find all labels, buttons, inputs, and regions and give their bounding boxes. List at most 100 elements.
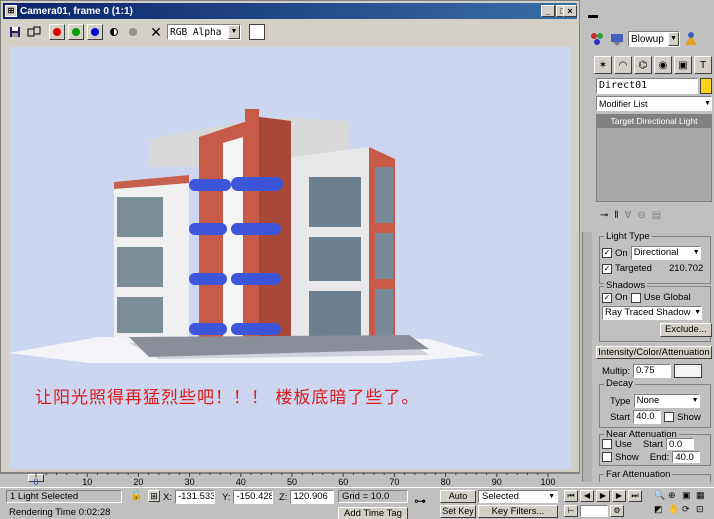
- app-icon: ⊞: [5, 5, 17, 17]
- near-show-checkbox[interactable]: [602, 452, 612, 462]
- chevron-down-icon: ▼: [704, 100, 711, 107]
- go-to-start-icon[interactable]: ⏮: [564, 490, 578, 502]
- light-type-select[interactable]: Directional ▼: [630, 246, 701, 260]
- previous-frame-icon[interactable]: ◀: [580, 490, 594, 502]
- minimize-button[interactable]: _: [541, 5, 555, 17]
- chevron-down-icon: ▼: [548, 493, 555, 500]
- render-type-select[interactable]: Blowup ▼: [628, 31, 680, 47]
- decay-type-select[interactable]: None ▼: [633, 394, 700, 408]
- quick-render-icon[interactable]: [682, 30, 700, 48]
- use-global-checkbox[interactable]: [630, 292, 641, 303]
- pin-stack-icon[interactable]: ⊸: [600, 210, 608, 221]
- ruler-tick-label: 40: [236, 477, 246, 487]
- zoom-extents-icon[interactable]: ▣: [682, 490, 694, 502]
- shadow-type-select[interactable]: Ray Traced Shadow ▼: [602, 306, 702, 320]
- shadows-on-checkbox[interactable]: ✓: [602, 292, 612, 303]
- clone-icon[interactable]: [26, 24, 42, 40]
- display-tab-icon[interactable]: ▣: [674, 56, 692, 74]
- channel-select[interactable]: RGB Alpha ▼: [167, 24, 241, 40]
- auto-key-button[interactable]: Auto Key: [440, 490, 476, 503]
- next-frame-icon[interactable]: ▶: [612, 490, 626, 502]
- time-config-icon[interactable]: ⚙: [610, 505, 624, 517]
- motion-tab-icon[interactable]: ◉: [654, 56, 672, 74]
- key-icon[interactable]: ⊶: [414, 494, 436, 508]
- light-on-checkbox[interactable]: ✓: [602, 248, 612, 258]
- zoom-icon[interactable]: 🔍: [654, 490, 666, 502]
- stack-item[interactable]: Target Directional Light: [597, 115, 711, 128]
- pan-icon[interactable]: ✋: [668, 504, 680, 516]
- current-frame-field[interactable]: [580, 505, 608, 517]
- lock-icon[interactable]: 🔒: [130, 490, 142, 502]
- blue-channel-icon[interactable]: [87, 24, 103, 40]
- object-name-field[interactable]: Direct01: [596, 78, 698, 94]
- render-time-status: Rendering Time 0:02:28: [9, 507, 111, 518]
- material-editor-icon[interactable]: [588, 30, 606, 48]
- go-to-end-icon[interactable]: ⏭: [628, 490, 642, 502]
- show-end-result-icon[interactable]: ‖: [614, 210, 618, 221]
- window-title: Camera01, frame 0 (1:1): [20, 5, 133, 17]
- chevron-down-icon: ▼: [694, 309, 701, 316]
- light-color-swatch[interactable]: [673, 364, 702, 378]
- x-field[interactable]: -131.533: [174, 490, 215, 504]
- modify-tab-icon[interactable]: ◠: [614, 56, 632, 74]
- modifier-list-select[interactable]: Modifier List ▼: [596, 96, 712, 111]
- y-field[interactable]: -150.428: [233, 490, 274, 504]
- near-use-checkbox[interactable]: [602, 439, 612, 449]
- zoom-extents-all-icon[interactable]: ▦: [696, 490, 708, 502]
- play-icon[interactable]: ▶: [596, 490, 610, 502]
- shadows-on-row: ✓ On Use Global: [602, 292, 691, 303]
- targeted-checkbox[interactable]: ✓: [602, 263, 612, 274]
- render-window: ⊞ Camera01, frame 0 (1:1) _ □ × ✕ RGB Al…: [0, 0, 580, 473]
- key-mode-icon[interactable]: ⊢: [564, 505, 578, 517]
- clear-icon[interactable]: ✕: [148, 24, 164, 40]
- make-unique-icon[interactable]: ∀: [625, 210, 632, 221]
- z-field[interactable]: 120.906: [290, 490, 335, 504]
- maximize-viewport-icon[interactable]: ⊡: [696, 504, 708, 516]
- camera-icon[interactable]: ▬: [584, 6, 602, 24]
- utilities-tab-icon[interactable]: T: [694, 56, 712, 74]
- remove-modifier-icon[interactable]: ⊖: [637, 210, 645, 221]
- frame-ruler[interactable]: 0 10 20 30 40 50 60 70 80 90 100: [0, 473, 565, 487]
- multiplier-field[interactable]: 0.75: [632, 364, 671, 378]
- x-coordinate: X: -131.533: [163, 490, 215, 504]
- absolute-mode-icon[interactable]: ⊞: [148, 490, 160, 502]
- configure-icon[interactable]: ▤: [652, 210, 661, 221]
- panel-scrollbar[interactable]: [582, 232, 592, 482]
- mono-channel-icon[interactable]: [125, 24, 141, 40]
- decay-start-field[interactable]: 40.0: [633, 410, 662, 424]
- green-channel-icon[interactable]: [68, 24, 84, 40]
- zoom-all-icon[interactable]: ⊕: [668, 490, 680, 502]
- render-scene-icon[interactable]: [608, 30, 626, 48]
- stack-controls: ⊸ ‖ ∀ ⊖ ▤: [596, 205, 712, 225]
- ruler-tick-label: 80: [441, 477, 451, 487]
- save-icon[interactable]: [7, 24, 23, 40]
- alpha-channel-icon[interactable]: [106, 24, 122, 40]
- color-swatch[interactable]: [249, 24, 265, 40]
- create-tab-icon[interactable]: ✶: [594, 56, 612, 74]
- ruler-tick-label: 90: [492, 477, 502, 487]
- near-use-row: Use Start 0.0: [602, 438, 694, 450]
- close-button[interactable]: ×: [563, 5, 577, 17]
- target-distance: 210.702: [668, 263, 704, 274]
- near-end-field[interactable]: 40.0: [672, 451, 701, 463]
- red-channel-icon[interactable]: [49, 24, 65, 40]
- object-color-swatch[interactable]: [700, 78, 712, 94]
- decay-show-checkbox[interactable]: [664, 412, 675, 422]
- field-of-view-icon[interactable]: ◩: [654, 504, 666, 516]
- orbit-icon[interactable]: ⟳: [682, 504, 694, 516]
- ruler-tick-label: 0: [33, 477, 38, 487]
- ruler-tick-label: 10: [82, 477, 92, 487]
- near-start-field[interactable]: 0.0: [665, 438, 694, 450]
- add-time-tag-button[interactable]: Add Time Tag: [338, 507, 408, 519]
- command-panel: ▬ Blowup ▼ ✶ ◠ ⌬ ◉ ▣ T Direct01 Modifier…: [580, 0, 714, 482]
- hierarchy-tab-icon[interactable]: ⌬: [634, 56, 652, 74]
- intensity-rollout-header[interactable]: Intensity/Color/Attenuation: [596, 346, 712, 359]
- key-filters-button[interactable]: Key Filters...: [478, 505, 558, 518]
- title-bar[interactable]: ⊞ Camera01, frame 0 (1:1) _ □ ×: [3, 3, 577, 19]
- key-mode-select[interactable]: Selected ▼: [478, 490, 558, 503]
- rendered-image: 让阳光照得再猛烈些吧！！！ 楼板底暗了些了。: [9, 47, 571, 469]
- exclude-button[interactable]: Exclude...: [660, 323, 712, 337]
- top-toolbar: ▬: [584, 6, 602, 24]
- decay-header: Decay: [604, 378, 635, 389]
- set-key-button[interactable]: Set Key: [440, 505, 476, 518]
